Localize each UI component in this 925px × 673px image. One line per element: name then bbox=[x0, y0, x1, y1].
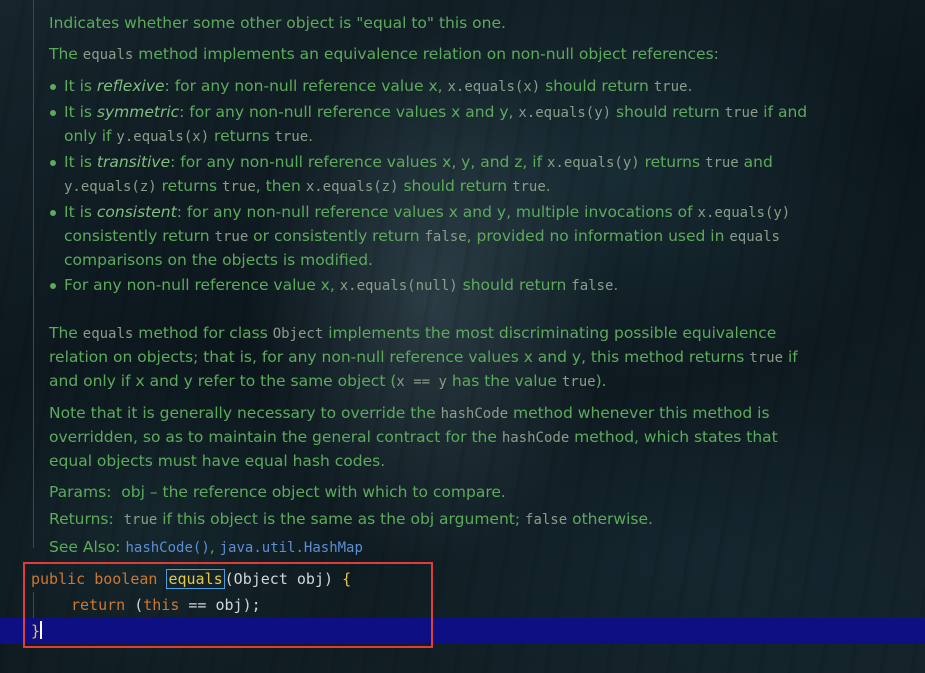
list-item-reflexive: It is reflexive: for any non-null refere… bbox=[50, 75, 809, 99]
annotation-highlight-box bbox=[23, 562, 433, 648]
params-text: obj – the reference object with which to… bbox=[121, 483, 506, 501]
doc-gutter-line bbox=[33, 0, 34, 548]
javadoc-panel: Indicates whether some other object is "… bbox=[49, 12, 809, 564]
params-label: Params: bbox=[49, 483, 112, 501]
doc-property-list: It is reflexive: for any non-null refere… bbox=[49, 75, 809, 298]
doc-paragraph-hashcode-note: Note that it is generally necessary to o… bbox=[49, 404, 778, 470]
doc-params: Params: obj – the reference object with … bbox=[49, 481, 809, 504]
doc-returns: Returns: true if this object is the same… bbox=[49, 510, 653, 528]
link-hashcode[interactable]: hashCode() bbox=[125, 540, 209, 556]
doc-paragraph-equivalence: The equals method implements an equivale… bbox=[49, 45, 719, 63]
link-hashmap[interactable]: java.util.HashMap bbox=[220, 540, 363, 556]
doc-summary: Indicates whether some other object is "… bbox=[49, 14, 506, 32]
returns-label: Returns: bbox=[49, 510, 114, 528]
doc-see-also: See Also: hashCode(), java.util.HashMap bbox=[49, 538, 363, 556]
list-item-null: For any non-null reference value x, x.eq… bbox=[50, 274, 809, 298]
list-item-transitive: It is transitive: for any non-null refer… bbox=[50, 151, 809, 199]
see-also-label: See Also: bbox=[49, 538, 121, 556]
list-item-symmetric: It is symmetric: for any non-null refere… bbox=[50, 101, 809, 149]
doc-spacer bbox=[49, 308, 809, 322]
list-item-consistent: It is consistent: for any non-null refer… bbox=[50, 201, 809, 272]
doc-paragraph-object-impl: The equals method for class Object imple… bbox=[49, 324, 798, 390]
